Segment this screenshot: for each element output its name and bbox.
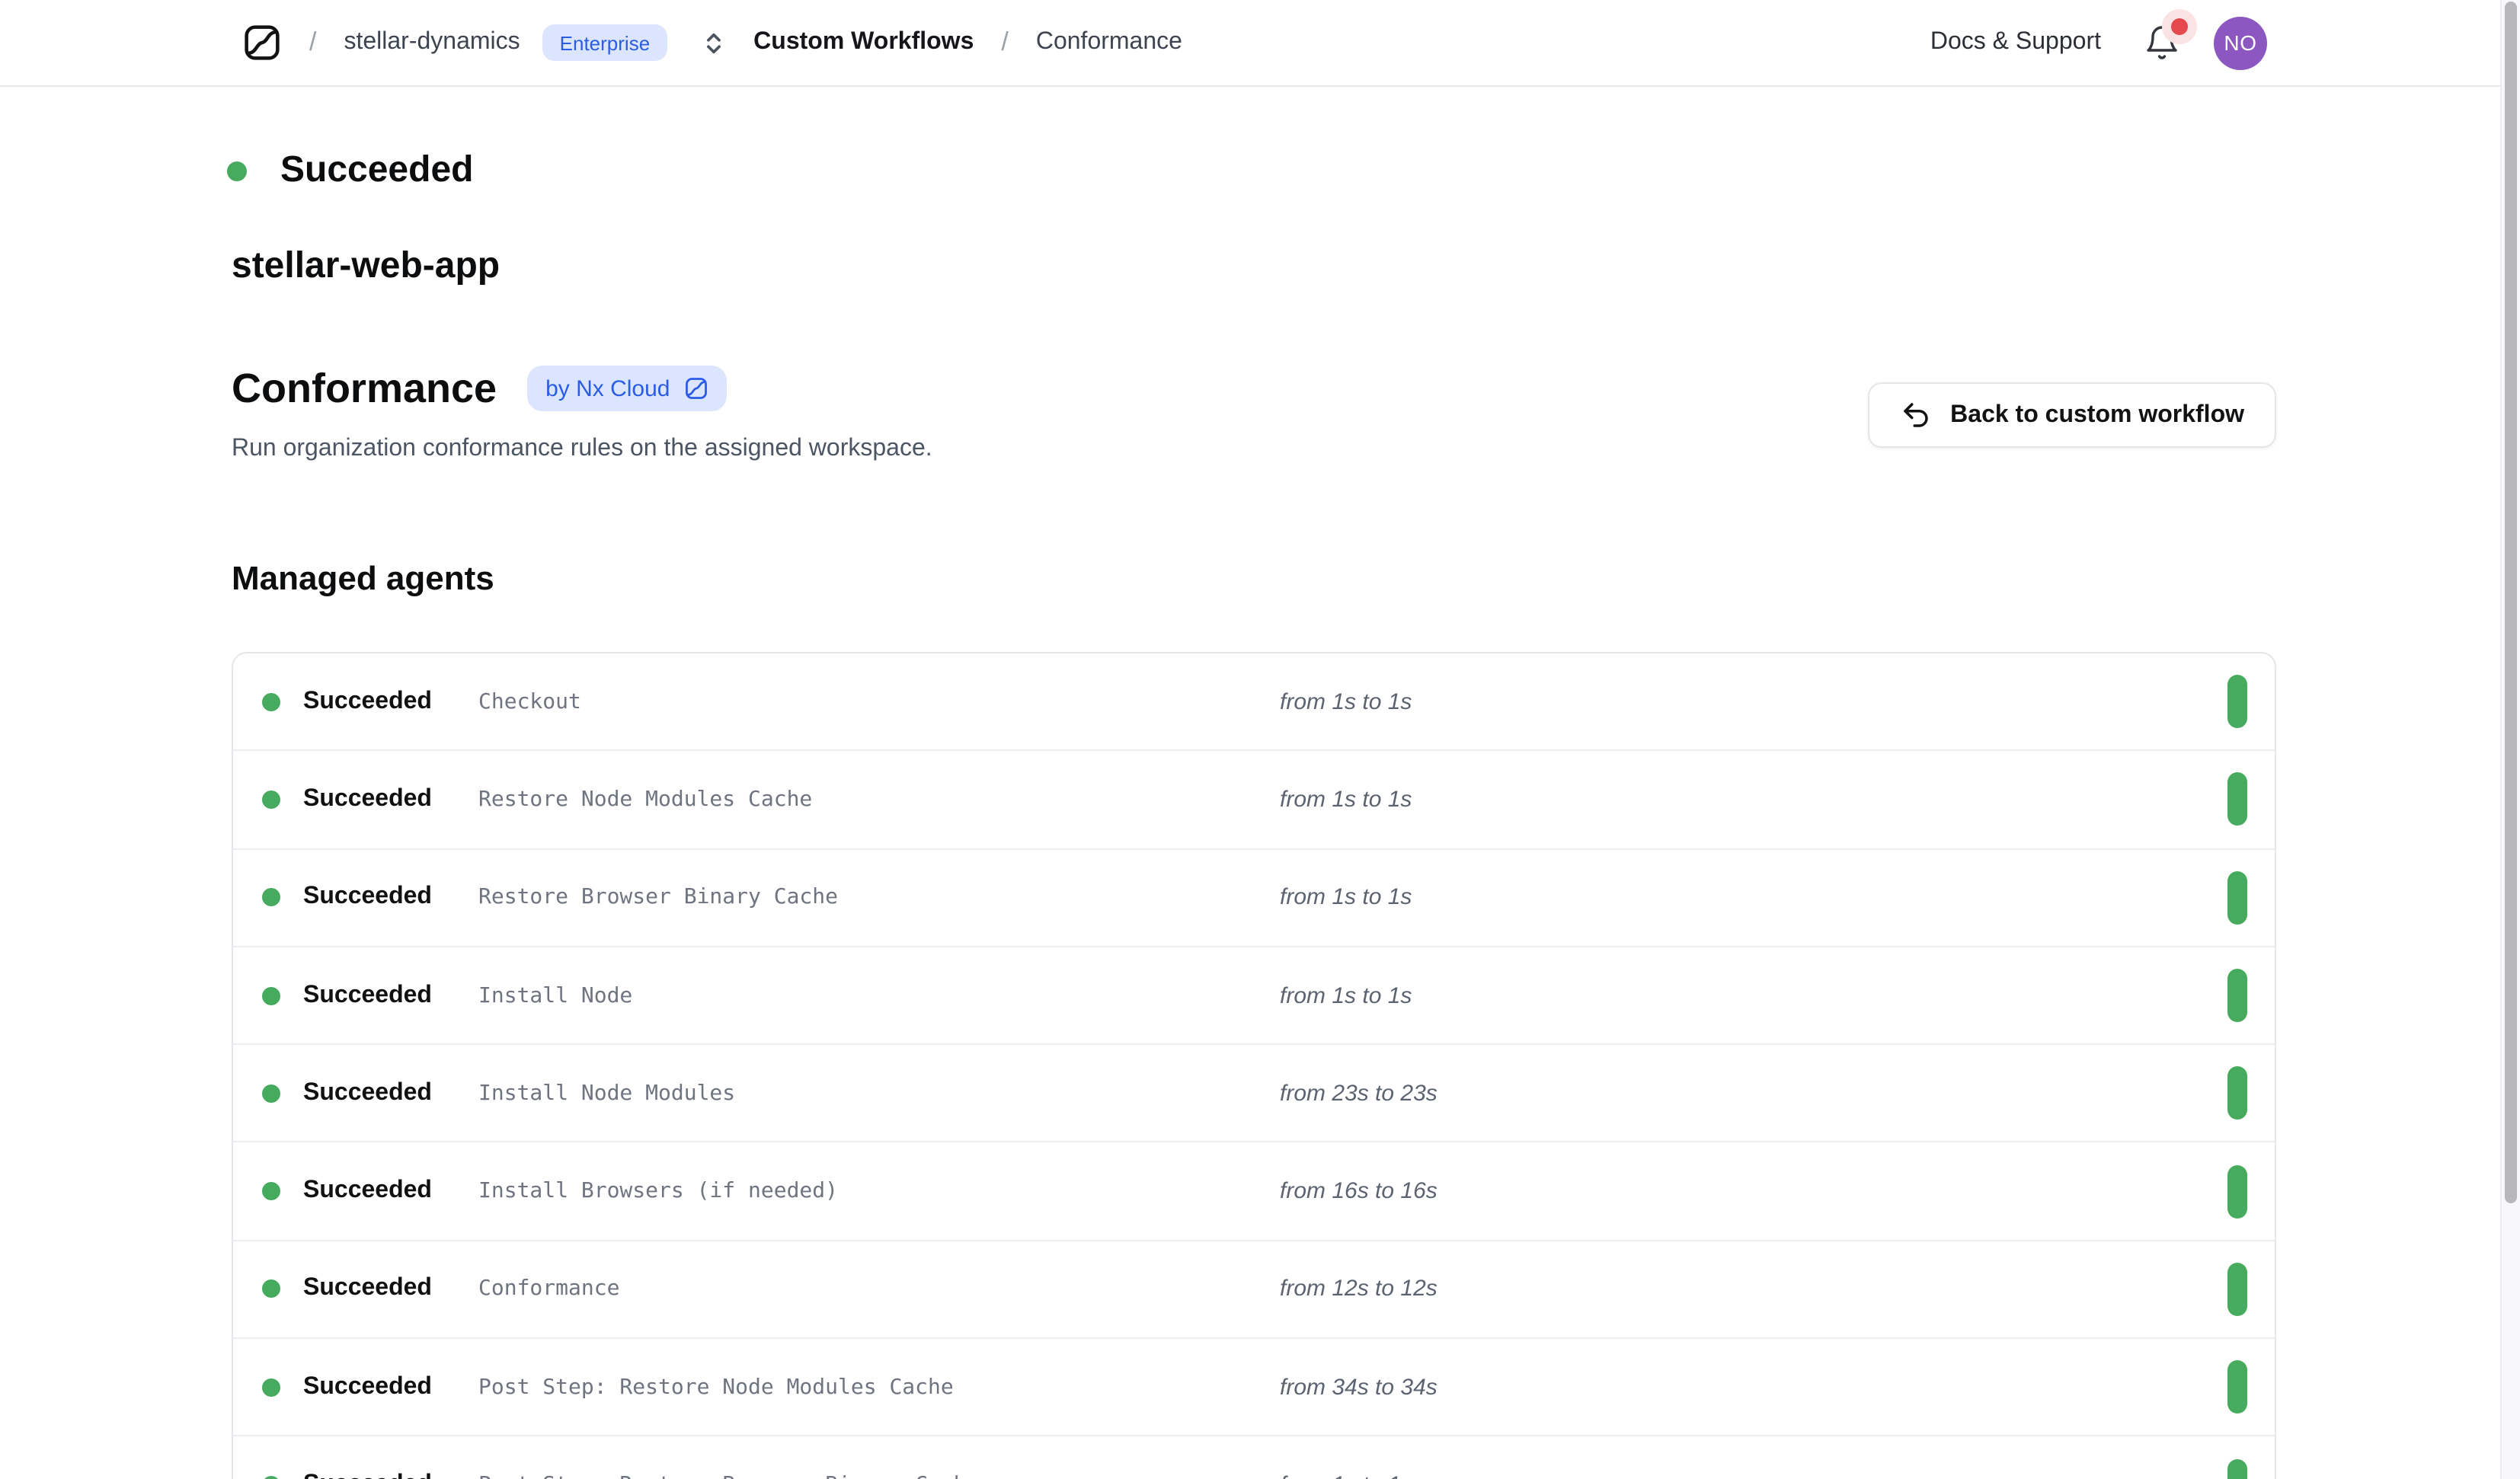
- step-status-label: Succeeded: [303, 982, 432, 1009]
- back-to-custom-workflow-button[interactable]: Back to custom workflow: [1868, 382, 2276, 448]
- chevrons-up-down-icon[interactable]: [700, 30, 726, 56]
- step-duration-bar: [2227, 773, 2247, 826]
- step-status-label: Succeeded: [303, 1373, 432, 1401]
- breadcrumb-org[interactable]: stellar-dynamics: [344, 29, 520, 56]
- step-duration-bar: [2227, 1458, 2247, 1479]
- by-nx-cloud-badge[interactable]: by Nx Cloud: [527, 366, 726, 411]
- step-duration-bar: [2227, 1164, 2247, 1218]
- agent-step-row[interactable]: Succeeded Install Node from 1s to 1s: [233, 946, 2275, 1044]
- step-duration-bar: [2227, 1067, 2247, 1120]
- step-name: Post Step: Restore Browser Binary Cache: [478, 1473, 979, 1479]
- step-duration-bar: [2227, 1263, 2247, 1316]
- nx-cloud-logo-icon[interactable]: [242, 23, 282, 62]
- step-name: Install Node Modules: [478, 1081, 735, 1106]
- agent-step-row[interactable]: Succeeded Restore Browser Binary Cache f…: [233, 848, 2275, 946]
- header-actions: Docs & Support NO: [1930, 16, 2267, 69]
- step-duration-bar: [2227, 675, 2247, 728]
- managed-agents-list: Succeeded Checkout from 1s to 1s Succeed…: [232, 652, 2276, 1479]
- step-timing: from 23s to 23s: [1280, 1081, 1437, 1107]
- success-status-dot: [262, 986, 280, 1005]
- workspace-title: stellar-web-app: [232, 244, 500, 289]
- managed-agents-title: Managed agents: [232, 557, 494, 599]
- step-timing: from 1s to 1s: [1280, 1472, 1412, 1479]
- agent-step-row[interactable]: Succeeded Checkout from 1s to 1s: [233, 653, 2275, 750]
- step-status-label: Succeeded: [303, 688, 432, 715]
- workflow-description: Run organization conformance rules on th…: [232, 434, 932, 465]
- enterprise-badge: Enterprise: [543, 24, 667, 61]
- top-navigation-bar: / stellar-dynamics Enterprise Custom Wor…: [0, 0, 2520, 87]
- step-timing: from 1s to 1s: [1280, 884, 1412, 910]
- step-status-label: Succeeded: [303, 1276, 432, 1303]
- docs-support-link[interactable]: Docs & Support: [1930, 29, 2101, 56]
- workflow-title: Conformance: [232, 363, 497, 414]
- step-status-label: Succeeded: [303, 1080, 432, 1107]
- step-name: Checkout: [478, 689, 581, 714]
- scrollbar-thumb[interactable]: [2505, 2, 2517, 1203]
- success-status-dot: [262, 1378, 280, 1396]
- success-status-dot: [262, 1084, 280, 1103]
- step-timing: from 1s to 1s: [1280, 787, 1412, 813]
- step-timing: from 34s to 34s: [1280, 1374, 1437, 1400]
- step-timing: from 1s to 1s: [1280, 982, 1412, 1008]
- step-status-label: Succeeded: [303, 1177, 432, 1205]
- breadcrumb-separator: /: [309, 27, 316, 58]
- agent-step-row[interactable]: Succeeded Install Browsers (if needed) f…: [233, 1142, 2275, 1240]
- success-status-dot: [262, 1476, 280, 1479]
- step-timing: from 12s to 12s: [1280, 1276, 1437, 1302]
- step-status-label: Succeeded: [303, 883, 432, 911]
- workflow-header: Conformance by Nx Cloud: [232, 363, 726, 414]
- success-status-dot: [262, 1182, 280, 1200]
- back-button-label: Back to custom workflow: [1950, 401, 2244, 429]
- nx-cloud-mini-logo-icon: [683, 376, 708, 401]
- step-duration-bar: [2227, 969, 2247, 1022]
- step-name: Install Browsers (if needed): [478, 1179, 838, 1203]
- step-timing: from 1s to 1s: [1280, 688, 1412, 714]
- by-nx-cloud-label: by Nx Cloud: [545, 375, 670, 401]
- undo-arrow-icon: [1900, 399, 1932, 431]
- step-name: Install Node: [478, 983, 632, 1008]
- agent-step-row[interactable]: Succeeded Post Step: Restore Browser Bin…: [233, 1436, 2275, 1479]
- step-timing: from 16s to 16s: [1280, 1178, 1437, 1204]
- run-status-label: Succeeded: [280, 148, 473, 193]
- breadcrumb-separator: /: [1001, 27, 1008, 58]
- notification-badge-dot: [2171, 18, 2188, 35]
- agent-step-row[interactable]: Succeeded Install Node Modules from 23s …: [233, 1043, 2275, 1142]
- step-name: Restore Browser Binary Cache: [478, 885, 838, 909]
- agent-step-row[interactable]: Succeeded Conformance from 12s to 12s: [233, 1240, 2275, 1338]
- breadcrumb-custom-workflows[interactable]: Custom Workflows: [753, 29, 974, 56]
- step-status-label: Succeeded: [303, 786, 432, 813]
- step-duration-bar: [2227, 1360, 2247, 1414]
- agent-step-row[interactable]: Succeeded Restore Node Modules Cache fro…: [233, 750, 2275, 848]
- success-status-dot: [262, 1280, 280, 1299]
- run-status: Succeeded: [227, 148, 473, 193]
- success-status-dot: [262, 888, 280, 906]
- breadcrumb-conformance: Conformance: [1036, 29, 1182, 56]
- step-duration-bar: [2227, 870, 2247, 924]
- scrollbar-track: [2500, 0, 2520, 1479]
- notifications-button[interactable]: [2144, 24, 2180, 61]
- success-status-dot: [227, 161, 247, 180]
- success-status-dot: [262, 791, 280, 809]
- user-avatar[interactable]: NO: [2214, 16, 2267, 69]
- page: / stellar-dynamics Enterprise Custom Wor…: [0, 0, 2520, 1479]
- success-status-dot: [262, 692, 280, 711]
- step-name: Restore Node Modules Cache: [478, 787, 812, 812]
- step-name: Post Step: Restore Node Modules Cache: [478, 1375, 954, 1399]
- step-name: Conformance: [478, 1277, 619, 1302]
- agent-step-row[interactable]: Succeeded Post Step: Restore Node Module…: [233, 1337, 2275, 1436]
- step-status-label: Succeeded: [303, 1471, 432, 1479]
